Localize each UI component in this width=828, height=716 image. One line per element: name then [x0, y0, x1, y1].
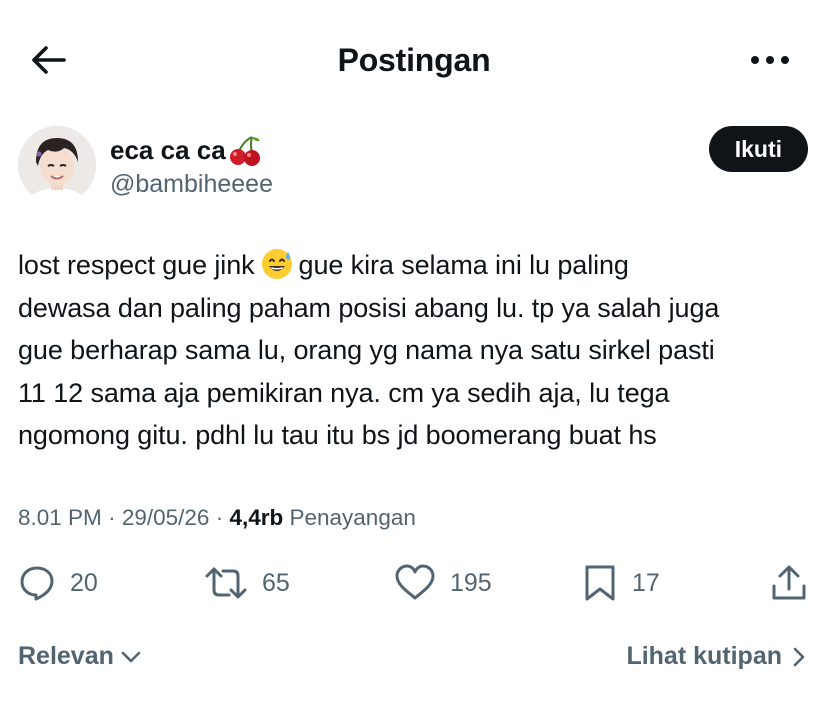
- repost-count: 65: [262, 568, 290, 597]
- tweet-meta: 8.01 PM · 29/05/26 · 4,4rb Penayangan: [18, 503, 416, 533]
- view-quotes-link[interactable]: Lihat kutipan: [626, 642, 806, 671]
- cherries-emoji: [229, 136, 260, 166]
- grinning-sweat-emoji: [261, 248, 293, 293]
- tweet-line: dewasa dan paling paham posisi abang lu.…: [18, 292, 720, 323]
- follow-button[interactable]: Ikuti: [708, 126, 808, 172]
- chevron-down-icon: [121, 651, 141, 662]
- like-button[interactable]: 195: [394, 560, 492, 606]
- more-options-button[interactable]: [748, 44, 792, 76]
- author-display-name[interactable]: eca ca ca: [110, 134, 262, 166]
- repost-button[interactable]: 65: [204, 560, 290, 606]
- share-button[interactable]: [770, 560, 808, 606]
- tweet-time[interactable]: 8.01 PM: [18, 505, 102, 530]
- tweet-line: ngomong gitu. pdhl lu tau itu bs jd boom…: [18, 420, 657, 450]
- page-title: Postingan: [337, 42, 491, 78]
- sort-dropdown[interactable]: Relevan: [18, 642, 142, 671]
- sort-label: Relevan: [18, 642, 114, 670]
- bookmark-button[interactable]: 17: [582, 560, 660, 606]
- author-name-text: eca ca ca: [110, 135, 226, 165]
- top-bar: Postingan: [0, 0, 828, 118]
- tweet-line: 11 12 sama aja pemikiran nya. cm ya sedi…: [18, 377, 670, 408]
- meta-separator: ·: [215, 505, 224, 530]
- author-handle[interactable]: @bambiheeee: [110, 168, 273, 200]
- view-quotes-label: Lihat kutipan: [626, 642, 782, 670]
- reply-button[interactable]: 20: [18, 560, 98, 606]
- tweet-line: gue berharap sama lu, orang yg nama nya …: [18, 335, 715, 365]
- bookmark-count: 17: [632, 568, 660, 597]
- reply-icon: [20, 566, 54, 601]
- repost-icon: [205, 567, 247, 599]
- avatar-image: [18, 126, 96, 204]
- author-row: eca ca ca @bambiheeee Ikuti: [18, 124, 810, 206]
- tweet-text: lost respect gue jink gue kira selama in…: [18, 244, 808, 457]
- like-count: 195: [450, 568, 492, 597]
- avatar[interactable]: [18, 126, 96, 204]
- meta-separator: ·: [108, 505, 116, 530]
- more-horizontal-icon: [751, 56, 789, 64]
- share-icon: [772, 565, 806, 600]
- reply-count: 20: [70, 568, 98, 597]
- tweet-date[interactable]: 29/05/26: [122, 505, 210, 530]
- chevron-right-icon: [793, 647, 805, 666]
- views-count: 4,4rb: [229, 505, 284, 530]
- tweet-line: lost respect gue jink gue kira selama in…: [18, 244, 808, 287]
- bookmark-icon: [585, 565, 615, 601]
- views-label: Penayangan: [289, 505, 416, 530]
- action-bar: 20 65 195 17: [18, 560, 810, 606]
- heart-icon: [395, 564, 435, 600]
- replies-footer: Relevan Lihat kutipan: [18, 642, 810, 678]
